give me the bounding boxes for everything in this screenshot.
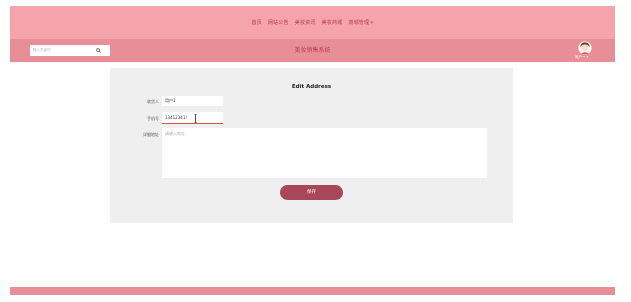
top-navigation: 首页 网站公告 美妆资讯 美妆商城 商城管理▼: [10, 6, 615, 39]
recipient-value: 用户1: [165, 98, 176, 103]
nav-item-mall-management[interactable]: 商城管理▼: [348, 19, 373, 26]
username: 用户一: [575, 55, 586, 59]
phone-label: 手机号: [147, 116, 159, 121]
nav-item-beauty-news[interactable]: 美妆资讯: [295, 19, 316, 26]
chevron-down-icon: ▾: [586, 55, 589, 59]
nav-item-beauty-mall[interactable]: 美妆商城: [322, 19, 343, 26]
chevron-down-icon: ▼: [370, 20, 374, 25]
phone-field[interactable]: 13412341!: [162, 112, 223, 124]
save-button[interactable]: 保存: [280, 185, 343, 200]
nav-item-announcements[interactable]: 网站公告: [268, 19, 289, 26]
user-menu[interactable]: 用户一 ▾: [575, 55, 588, 60]
nav-item-mall-management-label: 商城管理: [348, 20, 370, 26]
address-field[interactable]: 请输入地址: [162, 128, 487, 178]
phone-value: 13412341!: [165, 115, 187, 120]
page-title: Edit Address: [291, 84, 332, 90]
text-cursor-icon: [194, 114, 197, 123]
recipient-label: 收货人: [147, 99, 159, 104]
avatar[interactable]: [578, 41, 592, 55]
nav-item-home[interactable]: 首页: [252, 19, 262, 26]
header-bar: 输入关键词 美妆销售系统 用户一 ▾: [10, 39, 615, 62]
address-label: 详细地址: [143, 132, 159, 137]
footer-bar: [10, 287, 615, 295]
site-title: 美妆销售系统: [294, 47, 331, 54]
recipient-field[interactable]: 用户1: [162, 96, 223, 106]
address-placeholder: 请输入地址: [165, 131, 185, 136]
